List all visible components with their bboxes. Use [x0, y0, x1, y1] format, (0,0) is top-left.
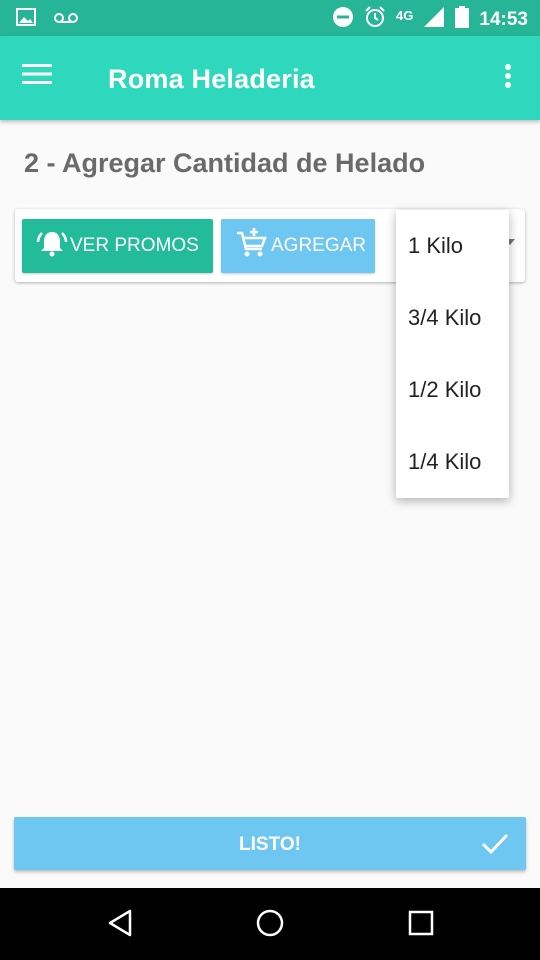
dropdown-option-3-4-kilo[interactable]: 3/4 Kilo: [396, 282, 509, 354]
ver-promos-label: VER PROMOS: [70, 235, 199, 256]
system-nav-bar: [0, 888, 540, 960]
ver-promos-button[interactable]: VER PROMOS: [22, 219, 213, 273]
battery-icon: [455, 6, 470, 33]
back-icon[interactable]: [106, 908, 134, 943]
bell-ringing-icon: [36, 228, 68, 264]
status-left: [16, 8, 78, 31]
status-bar: 4G 14:53: [0, 0, 540, 36]
home-icon[interactable]: [255, 908, 285, 943]
page-title: 2 - Agregar Cantidad de Helado: [24, 148, 426, 178]
agregar-button[interactable]: AGREGAR: [221, 219, 375, 273]
listo-label: LISTO!: [239, 834, 301, 855]
recents-icon[interactable]: [407, 908, 435, 943]
more-vert-icon[interactable]: [504, 62, 520, 94]
listo-button[interactable]: LISTO!: [14, 817, 526, 870]
image-icon: [16, 8, 36, 31]
dropdown-option-1-2-kilo[interactable]: 1/2 Kilo: [396, 354, 509, 426]
dropdown-option-1-kilo[interactable]: 1 Kilo: [396, 210, 509, 282]
status-right: 4G 14:53: [332, 6, 528, 33]
network-type: 4G: [396, 8, 414, 23]
app-bar: Roma Heladeria: [0, 36, 540, 120]
signal-icon: [423, 6, 445, 33]
check-icon: [480, 829, 510, 864]
hamburger-icon[interactable]: [22, 62, 62, 94]
app-title: Roma Heladeria: [108, 64, 315, 94]
voicemail-icon: [54, 11, 78, 29]
agregar-label: AGREGAR: [271, 235, 367, 256]
dropdown-option-1-4-kilo[interactable]: 1/4 Kilo: [396, 426, 509, 498]
quantity-dropdown: 1 Kilo 3/4 Kilo 1/2 Kilo 1/4 Kilo: [396, 210, 509, 498]
do-not-disturb-icon: [332, 6, 354, 33]
alarm-icon: [364, 6, 386, 33]
cart-add-icon: [235, 227, 269, 265]
clock: 14:53: [479, 8, 528, 30]
